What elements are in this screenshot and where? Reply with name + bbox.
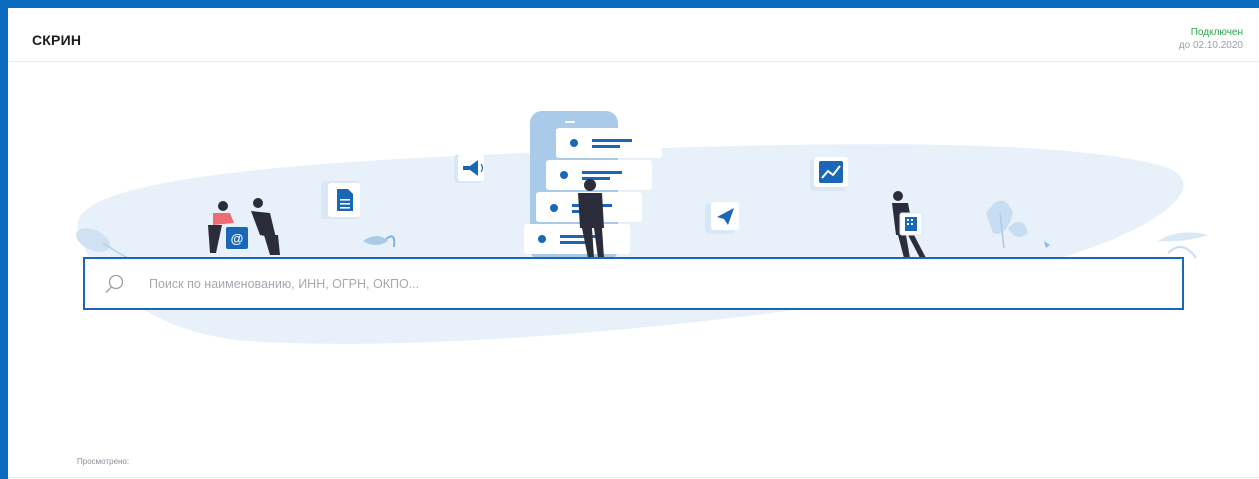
app-title: СКРИН [32, 32, 82, 48]
document-icon [321, 181, 360, 219]
search-icon [105, 274, 124, 293]
window-left-border [0, 0, 8, 479]
svg-text:@: @ [231, 231, 244, 246]
hero-illustration: @ [76, 111, 1208, 344]
search-input[interactable] [149, 259, 1159, 308]
megaphone-icon [454, 155, 484, 183]
viewed-label: Просмотрено: [77, 457, 130, 466]
status-connected: Подключен [1190, 27, 1243, 38]
search-box[interactable] [83, 257, 1184, 310]
subscription-status: Подключен до 02.10.2020 [1179, 26, 1243, 52]
status-valid-until: до 02.10.2020 [1178, 40, 1243, 51]
paper-plane-icon [705, 202, 739, 234]
window-top-border [0, 0, 1259, 8]
bottom-divider [8, 477, 1259, 478]
header: СКРИН Подключен до 02.10.2020 [8, 8, 1259, 62]
chart-icon [810, 157, 848, 191]
